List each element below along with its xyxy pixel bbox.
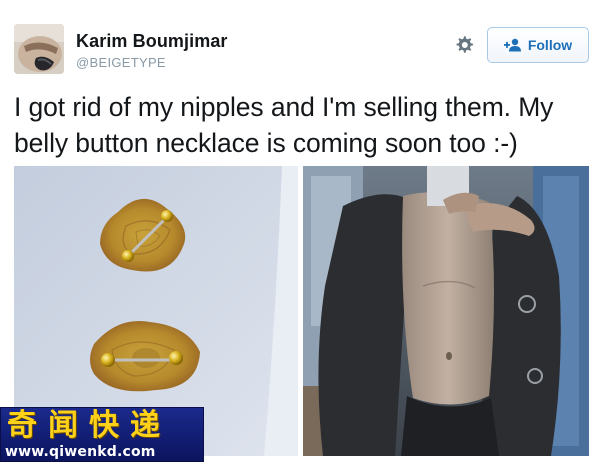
gear-icon[interactable]: [452, 33, 476, 57]
add-user-icon: [503, 38, 522, 52]
tweet-text: I got rid of my nipples and I'm selling …: [14, 92, 554, 158]
site-watermark: 奇闻快递 www.qiwenkd.com: [0, 407, 204, 462]
watermark-url: www.qiwenkd.com: [5, 444, 156, 460]
follow-label: Follow: [527, 37, 573, 53]
watermark-chinese-text: 奇闻快递: [7, 408, 171, 443]
display-name[interactable]: Karim Boumjimar: [76, 31, 228, 52]
user-handle[interactable]: @BEIGETYPE: [76, 55, 166, 70]
tweet-card: Karim Boumjimar @BEIGETYPE Follow I got …: [0, 0, 600, 465]
avatar[interactable]: [14, 24, 64, 74]
tweet-photo-right[interactable]: [303, 166, 589, 456]
follow-button[interactable]: Follow: [487, 27, 589, 63]
